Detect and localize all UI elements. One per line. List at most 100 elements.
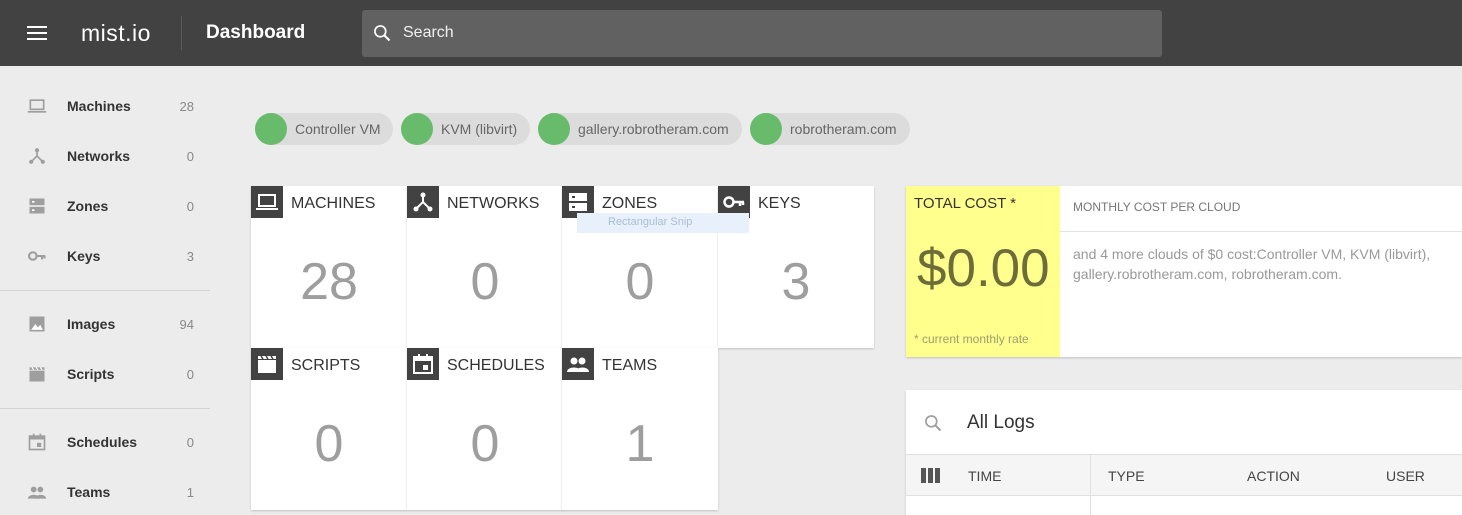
tile-label: TEAMS [602, 357, 658, 374]
snip-overlay-label: Rectangular Snip [577, 213, 749, 233]
sidebar-item-keys[interactable]: Keys 3 [0, 236, 210, 276]
header-divider [181, 16, 182, 50]
app-logo[interactable]: mist.io [81, 20, 151, 47]
tile-keys[interactable]: KEYS 3 [718, 186, 874, 348]
tile-count: 1 [625, 415, 655, 473]
calendar-icon [28, 433, 46, 451]
sidebar-divider [0, 290, 210, 291]
sidebar-item-label: Zones [67, 198, 109, 214]
sidebar-item-zones[interactable]: Zones 0 [0, 186, 210, 226]
column-header-action[interactable]: ACTION [1247, 468, 1300, 484]
total-cost-panel[interactable]: TOTAL COST * $0.00 * current monthly rat… [906, 186, 1060, 357]
network-icon [407, 186, 439, 218]
logs-card: All Logs TIME TYPE ACTION USER [906, 390, 1462, 515]
cloud-chip-gallery[interactable]: gallery.robrotheram.com [538, 113, 742, 145]
sidebar-item-networks[interactable]: Networks 0 [0, 136, 210, 176]
sidebar-item-schedules[interactable]: Schedules 0 [0, 422, 210, 462]
tile-label: ZONES [602, 195, 658, 212]
sidebar-item-label: Networks [67, 148, 131, 164]
calendar-icon [407, 348, 439, 380]
clapperboard-icon [251, 348, 283, 380]
column-header-time[interactable]: TIME [968, 468, 1001, 484]
search-bar[interactable] [362, 10, 1162, 57]
sidebar-item-label: Machines [67, 98, 131, 114]
monthly-cost-divider [1060, 231, 1462, 232]
column-divider [1090, 454, 1091, 515]
cloud-status-dot [255, 113, 287, 145]
people-icon [562, 348, 594, 380]
sidebar-item-count: 1 [186, 485, 194, 500]
tile-schedules[interactable]: SCHEDULES 0 [407, 348, 563, 510]
sidebar-item-count: 28 [179, 99, 194, 114]
people-icon [27, 486, 47, 499]
tile-label: KEYS [758, 195, 801, 212]
image-icon [29, 316, 45, 332]
clapperboard-icon [29, 366, 45, 382]
columns-icon[interactable] [921, 468, 940, 483]
tile-count: 0 [314, 415, 344, 473]
cloud-chip-label: gallery.robrotheram.com [578, 121, 729, 137]
sidebar-divider [0, 408, 210, 409]
tile-count: 0 [470, 415, 500, 473]
column-header-type[interactable]: TYPE [1108, 468, 1145, 484]
tile-count: 0 [470, 253, 500, 311]
sidebar-item-teams[interactable]: Teams 1 [0, 472, 210, 512]
top-app-bar: mist.io Dashboard [0, 0, 1462, 66]
cloud-status-dot [538, 113, 570, 145]
sidebar-item-count: 0 [186, 149, 194, 164]
tile-count: 0 [625, 253, 655, 311]
menu-icon[interactable] [27, 26, 47, 40]
tile-label: MACHINES [291, 195, 376, 212]
key-icon [28, 251, 46, 261]
tile-count: 3 [781, 253, 811, 311]
network-icon [29, 148, 45, 164]
tile-label: SCRIPTS [291, 357, 361, 374]
sidebar-item-count: 0 [186, 435, 194, 450]
sidebar-item-count: 0 [186, 199, 194, 214]
tile-label: SCHEDULES [447, 357, 545, 374]
cloud-chip-label: robrotheram.com [790, 121, 897, 137]
sidebar: Machines 28 Networks 0 Zones 0 Keys 3 Im… [0, 66, 210, 515]
search-input[interactable] [403, 22, 1143, 44]
cloud-chip-kvm[interactable]: KVM (libvirt) [401, 113, 530, 145]
dns-icon [29, 198, 45, 214]
sidebar-item-scripts[interactable]: Scripts 0 [0, 354, 210, 394]
tile-zones[interactable]: ZONES 0 [562, 186, 718, 348]
sidebar-item-label: Teams [67, 484, 111, 500]
monthly-cost-header: MONTHLY COST PER CLOUD [1073, 200, 1241, 214]
page-title: Dashboard [206, 22, 306, 43]
tile-scripts[interactable]: SCRIPTS 0 [251, 348, 407, 510]
sidebar-item-count: 0 [186, 367, 194, 382]
sidebar-item-machines[interactable]: Machines 28 [0, 86, 210, 126]
total-cost-note: * current monthly rate [914, 332, 1029, 346]
total-cost-amount: $0.00 [917, 239, 1050, 298]
cloud-chip-robrotheram[interactable]: robrotheram.com [750, 113, 910, 145]
sidebar-item-label: Scripts [67, 366, 115, 382]
logs-table-header: TIME TYPE ACTION USER [906, 454, 1462, 496]
total-cost-title: TOTAL COST * [914, 195, 1016, 212]
monthly-cost-text: and 4 more clouds of $0 cost:Controller … [1073, 246, 1431, 282]
cloud-chip-label: KVM (libvirt) [441, 121, 518, 137]
search-icon[interactable] [923, 413, 943, 433]
tile-machines[interactable]: MACHINES 28 [251, 186, 407, 348]
sidebar-item-count: 3 [186, 249, 194, 264]
sidebar-item-images[interactable]: Images 94 [0, 304, 210, 344]
laptop-icon [251, 186, 283, 218]
logs-title: All Logs [967, 412, 1035, 433]
tile-count: 28 [300, 253, 358, 311]
cloud-status-dot [401, 113, 433, 145]
sidebar-item-label: Keys [67, 248, 101, 264]
sidebar-item-count: 94 [179, 317, 194, 332]
sidebar-item-label: Images [67, 316, 116, 332]
sidebar-item-label: Schedules [67, 434, 138, 450]
cloud-chip-label: Controller VM [295, 121, 381, 137]
cloud-status-dot [750, 113, 782, 145]
search-icon [374, 25, 391, 42]
cloud-chip-controller-vm[interactable]: Controller VM [255, 113, 393, 145]
laptop-icon [27, 99, 47, 113]
column-header-user[interactable]: USER [1386, 468, 1425, 484]
cost-card: TOTAL COST * $0.00 * current monthly rat… [906, 186, 1462, 357]
tile-label: NETWORKS [447, 195, 540, 212]
tile-networks[interactable]: NETWORKS 0 [407, 186, 563, 348]
tile-teams[interactable]: TEAMS 1 [562, 348, 718, 510]
